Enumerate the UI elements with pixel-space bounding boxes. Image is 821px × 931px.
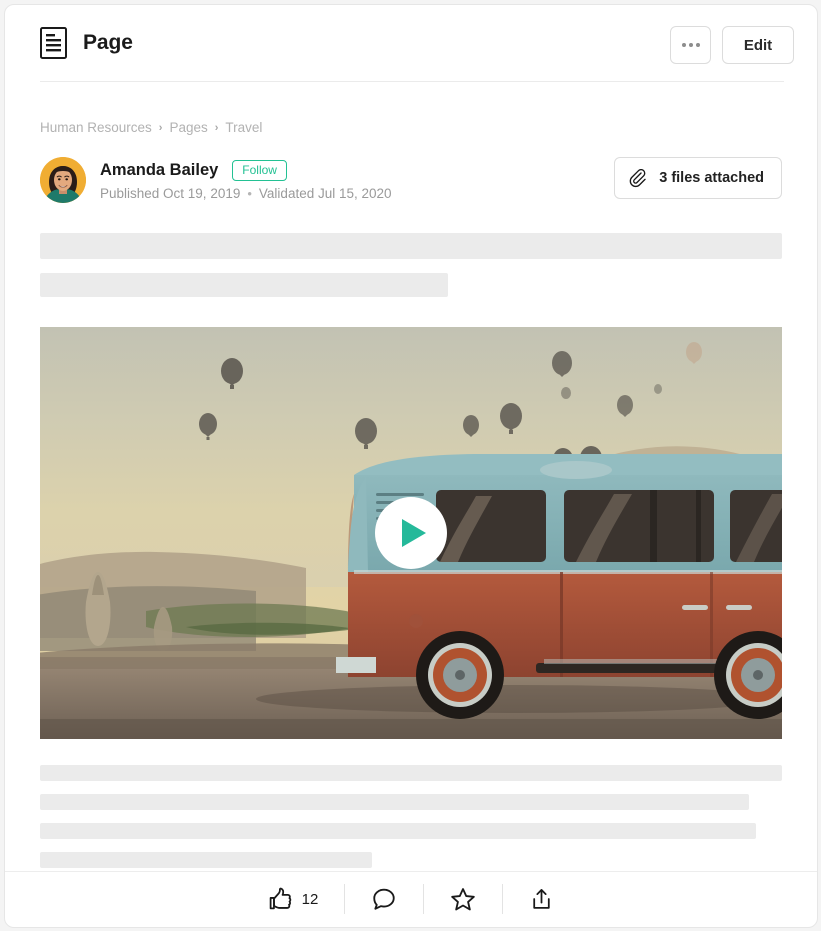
breadcrumb-item-human-resources[interactable]: Human Resources [40, 120, 152, 135]
files-attached-button[interactable]: 3 files attached [614, 157, 782, 199]
page-content: Human Resources › Pages › Travel Amanda … [5, 82, 817, 868]
more-options-button[interactable] [670, 26, 711, 64]
more-dot-icon [688, 43, 693, 47]
author-row: Amanda Bailey Follow Published Oct 19, 2… [40, 157, 782, 203]
share-button[interactable] [503, 882, 580, 916]
star-icon [450, 886, 476, 912]
action-bar: 12 [5, 871, 817, 927]
breadcrumb: Human Resources › Pages › Travel [40, 82, 782, 135]
follow-button[interactable]: Follow [232, 159, 287, 181]
breadcrumb-item-pages[interactable]: Pages [169, 120, 207, 135]
author-name-line: Amanda Bailey Follow [100, 159, 392, 181]
paperclip-icon [629, 168, 648, 188]
page-title: Page [83, 31, 133, 54]
like-button[interactable]: 12 [242, 882, 345, 916]
video-thumbnail[interactable] [40, 327, 782, 739]
publication-dates: Published Oct 19, 2019 • Validated Jul 1… [100, 186, 392, 201]
edit-button[interactable]: Edit [722, 26, 794, 64]
files-attached-label: 3 files attached [659, 170, 764, 186]
play-button[interactable] [375, 497, 447, 569]
favorite-button[interactable] [424, 882, 502, 916]
avatar[interactable] [40, 157, 86, 203]
thumbs-up-icon [268, 887, 293, 912]
skeleton-bar-body-4 [40, 852, 372, 868]
page-window: Page Edit Human Resources › Pages › Trav… [4, 4, 818, 928]
like-count: 12 [301, 890, 319, 908]
author-name[interactable]: Amanda Bailey [100, 161, 218, 180]
chevron-right-icon: › [158, 121, 163, 134]
skeleton-bar-body-3 [40, 823, 757, 839]
skeleton-bar-body-1 [40, 765, 782, 781]
skeleton-bar-subtitle [40, 273, 449, 297]
comment-button[interactable] [345, 882, 423, 916]
play-icon [402, 519, 426, 547]
author-meta: Amanda Bailey Follow Published Oct 19, 2… [100, 159, 392, 201]
window-header: Page Edit [5, 5, 817, 82]
breadcrumb-item-travel[interactable]: Travel [225, 120, 262, 135]
skeleton-bar-title [40, 233, 782, 259]
header-title-group: Page [40, 27, 133, 59]
more-dot-icon [681, 43, 686, 47]
chevron-right-icon: › [214, 121, 219, 134]
document-icon [40, 27, 67, 59]
header-actions: Edit [670, 26, 794, 64]
date-separator: • [247, 185, 252, 201]
comment-icon [371, 886, 397, 912]
share-icon [529, 887, 554, 912]
skeleton-bar-body-2 [40, 794, 749, 810]
more-dot-icon [695, 43, 700, 47]
validated-date: Validated Jul 15, 2020 [258, 185, 392, 201]
published-date: Published Oct 19, 2019 [100, 185, 241, 201]
